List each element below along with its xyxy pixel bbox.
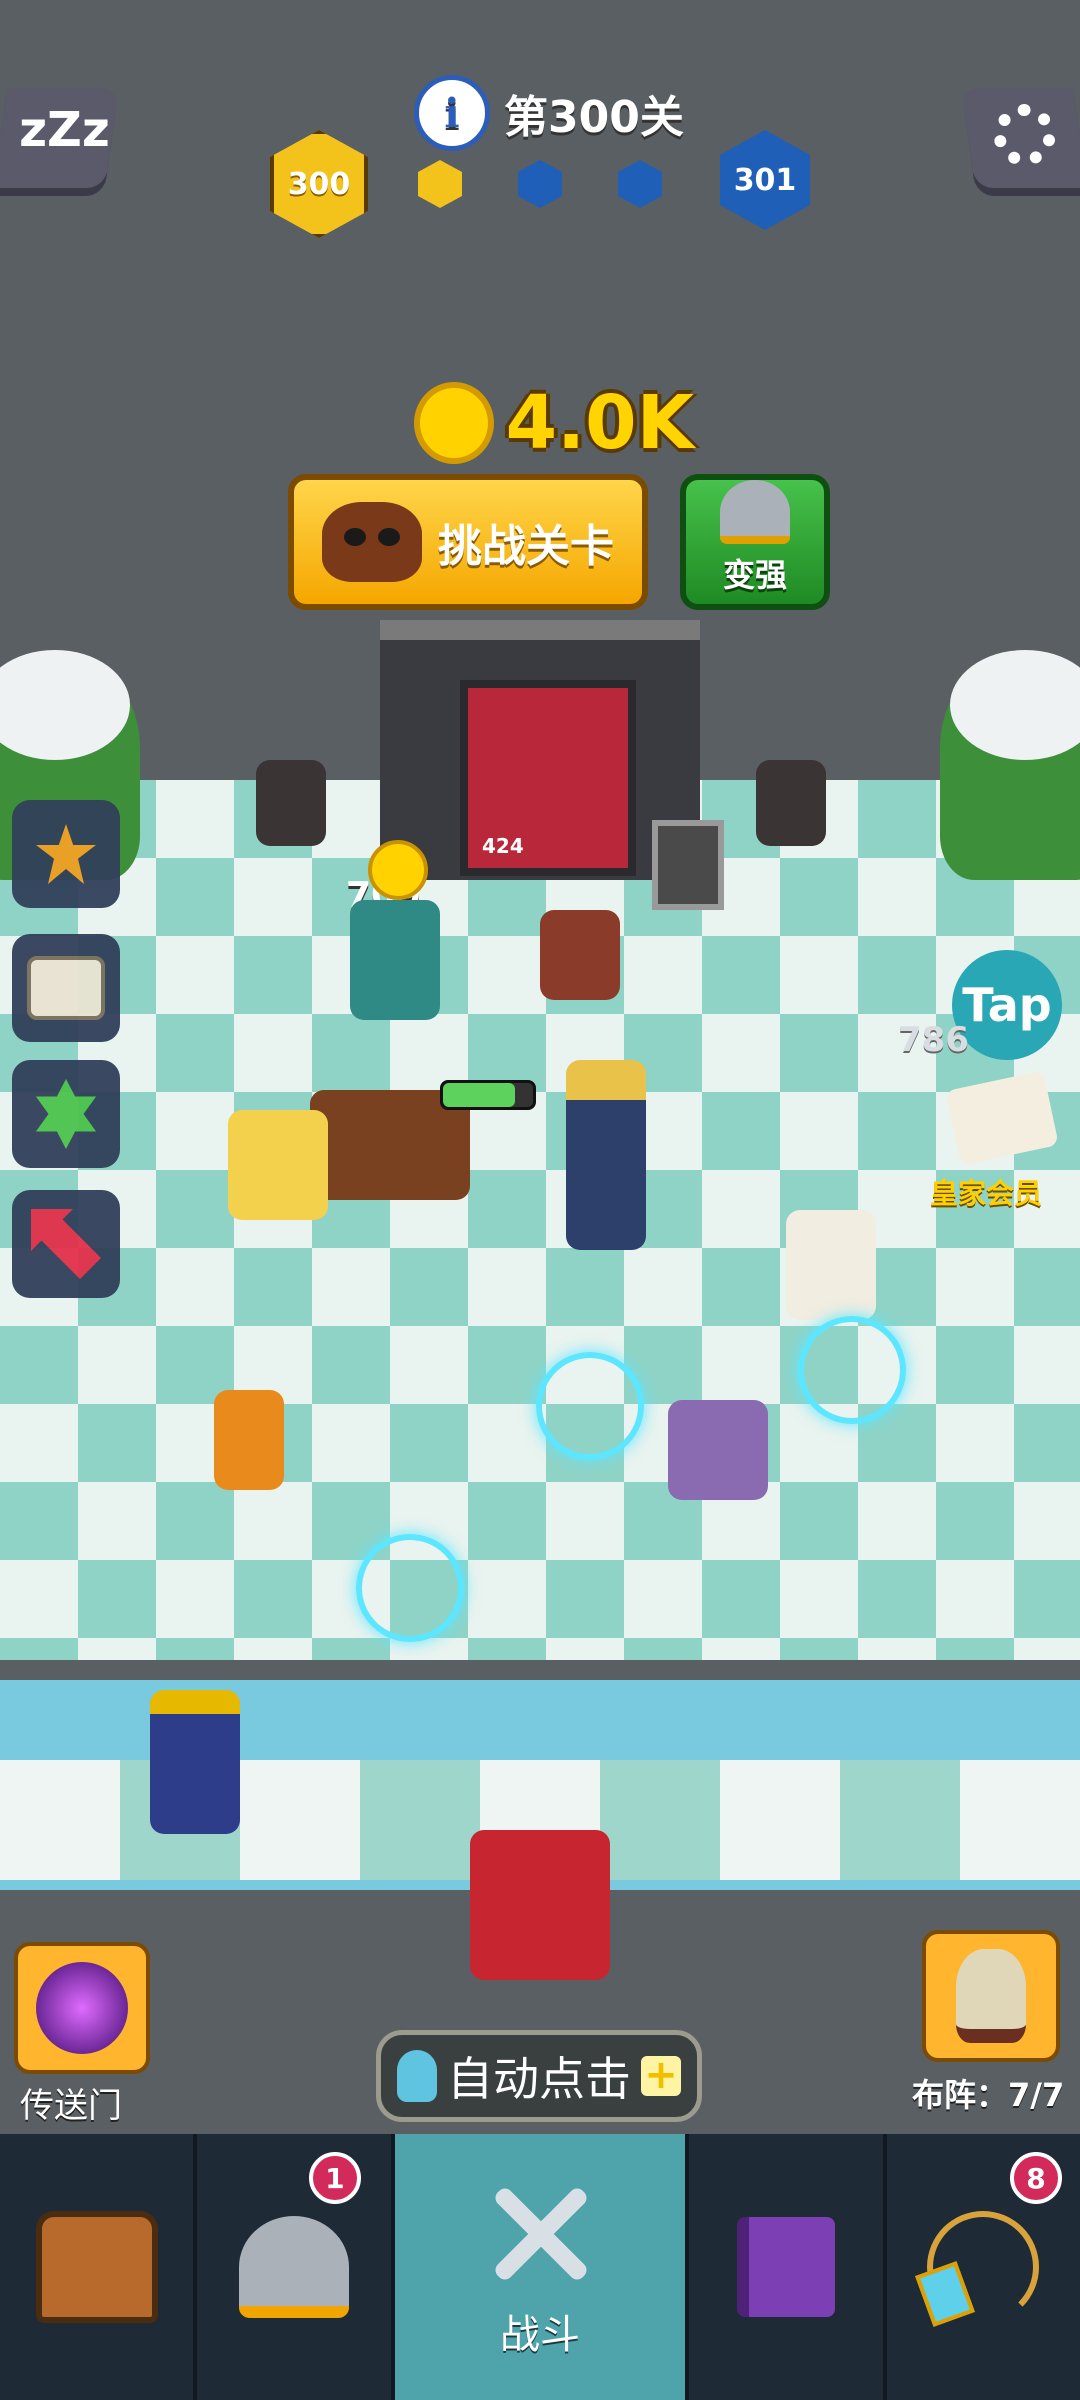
necklace-icon bbox=[927, 2211, 1040, 2323]
gold-amount: 4.0K bbox=[505, 380, 694, 466]
bottom-nav: 1 战斗 8 bbox=[0, 2134, 1080, 2400]
scroll-icon bbox=[27, 956, 105, 1020]
crossed-swords-icon bbox=[480, 2174, 600, 2294]
hero-unit-blonde[interactable] bbox=[228, 1110, 328, 1220]
door-number: 424 bbox=[482, 834, 524, 858]
strengthen-label: 变强 bbox=[722, 556, 787, 594]
hero-unit-fire[interactable] bbox=[214, 1390, 284, 1490]
arrow-feature-button[interactable] bbox=[12, 1190, 120, 1298]
tab-equipment[interactable]: 8 bbox=[887, 2134, 1080, 2400]
formation-hero-icon bbox=[956, 1949, 1026, 2043]
portal-icon bbox=[36, 1962, 128, 2054]
snowy-tree-right bbox=[940, 650, 1080, 880]
sleep-button[interactable]: zZz bbox=[0, 88, 120, 188]
hero-unit-brown[interactable] bbox=[540, 910, 620, 1000]
hero-unit-goblin[interactable] bbox=[350, 900, 440, 1020]
hero-unit-purple[interactable] bbox=[668, 1400, 768, 1500]
temple-door: 424 bbox=[460, 680, 636, 876]
progress-pip-1 bbox=[418, 160, 462, 208]
heroes-badge: 1 bbox=[308, 2152, 361, 2204]
current-level-number: 300 bbox=[287, 166, 351, 202]
progress-pip-2 bbox=[518, 160, 562, 208]
viking-helmet-icon bbox=[239, 2216, 350, 2318]
portal-button[interactable] bbox=[14, 1942, 150, 2074]
arrow-icon bbox=[31, 1209, 101, 1279]
auto-tap-label: 自动点击 bbox=[447, 2052, 631, 2106]
coin-icon bbox=[414, 382, 494, 464]
hexagram-icon bbox=[35, 1079, 97, 1149]
unit-health-bar bbox=[440, 1080, 536, 1110]
hero-unit-archer[interactable] bbox=[150, 1690, 240, 1834]
tab-battle[interactable]: 战斗 bbox=[394, 2134, 690, 2400]
level-title-row: i 第300关 bbox=[414, 75, 714, 151]
gold-readout: 4.0K bbox=[414, 378, 694, 468]
tab-chest[interactable] bbox=[0, 2134, 198, 2400]
level-title: 第300关 bbox=[504, 92, 684, 143]
tap-label: Tap bbox=[962, 978, 1052, 1032]
ranking-button[interactable] bbox=[12, 800, 120, 908]
plus-icon: + bbox=[641, 2055, 681, 2096]
formation-label: 布阵：7/7 bbox=[912, 2070, 1080, 2116]
info-icon[interactable]: i bbox=[414, 75, 490, 151]
hero-unit-angel[interactable] bbox=[786, 1210, 876, 1320]
strengthen-button[interactable]: 变强 bbox=[680, 474, 830, 610]
barrel-left bbox=[256, 760, 326, 846]
settings-button[interactable] bbox=[960, 88, 1080, 188]
auto-tap-button[interactable]: 自动点击 + bbox=[376, 2030, 702, 2122]
tab-heroes[interactable]: 1 bbox=[197, 2134, 395, 2400]
battle-board[interactable] bbox=[0, 780, 1080, 1660]
talent-button[interactable] bbox=[12, 1060, 120, 1168]
formation-count: 7/7 bbox=[1008, 2076, 1065, 2114]
equipment-badge: 8 bbox=[1010, 2152, 1062, 2204]
challenge-level-button[interactable]: 挑战关卡 bbox=[288, 474, 648, 610]
tab-spellbook[interactable] bbox=[689, 2134, 887, 2400]
formation-button[interactable] bbox=[922, 1930, 1060, 2062]
spellbook-icon bbox=[736, 2217, 835, 2317]
spawn-ring-2[interactable] bbox=[798, 1316, 906, 1424]
zzz-icon: zZz bbox=[19, 102, 110, 158]
next-level-number: 301 bbox=[733, 162, 797, 198]
coin-drop-786: 786 bbox=[898, 1020, 969, 1060]
spawn-ring-1[interactable] bbox=[536, 1352, 644, 1460]
trophy-icon bbox=[36, 824, 96, 884]
chest-icon bbox=[35, 2211, 158, 2323]
skull-icon bbox=[322, 502, 422, 582]
boss-unit-reaper[interactable] bbox=[470, 1830, 610, 1980]
portal-label: 传送门 bbox=[20, 2086, 122, 2126]
spawn-ring-3[interactable] bbox=[356, 1534, 464, 1642]
crate bbox=[652, 820, 724, 910]
royal-member-label[interactable]: 皇家会员 bbox=[930, 1172, 1080, 1220]
next-level-badge: 301 bbox=[720, 130, 810, 230]
winged-helmet-icon bbox=[720, 480, 790, 544]
hand-pointer-icon bbox=[397, 2050, 437, 2102]
formation-label-text: 布阵： bbox=[912, 2076, 1009, 2114]
coin-drop-icon bbox=[368, 840, 428, 900]
quest-scroll-button[interactable] bbox=[12, 934, 120, 1042]
gear-icon bbox=[993, 104, 1056, 166]
tab-battle-label: 战斗 bbox=[500, 2312, 580, 2358]
barrel-right bbox=[756, 760, 826, 846]
current-level-badge: 300 bbox=[270, 130, 368, 238]
progress-pip-3 bbox=[618, 160, 662, 208]
hero-unit-king[interactable] bbox=[566, 1060, 646, 1250]
challenge-label: 挑战关卡 bbox=[438, 521, 614, 572]
